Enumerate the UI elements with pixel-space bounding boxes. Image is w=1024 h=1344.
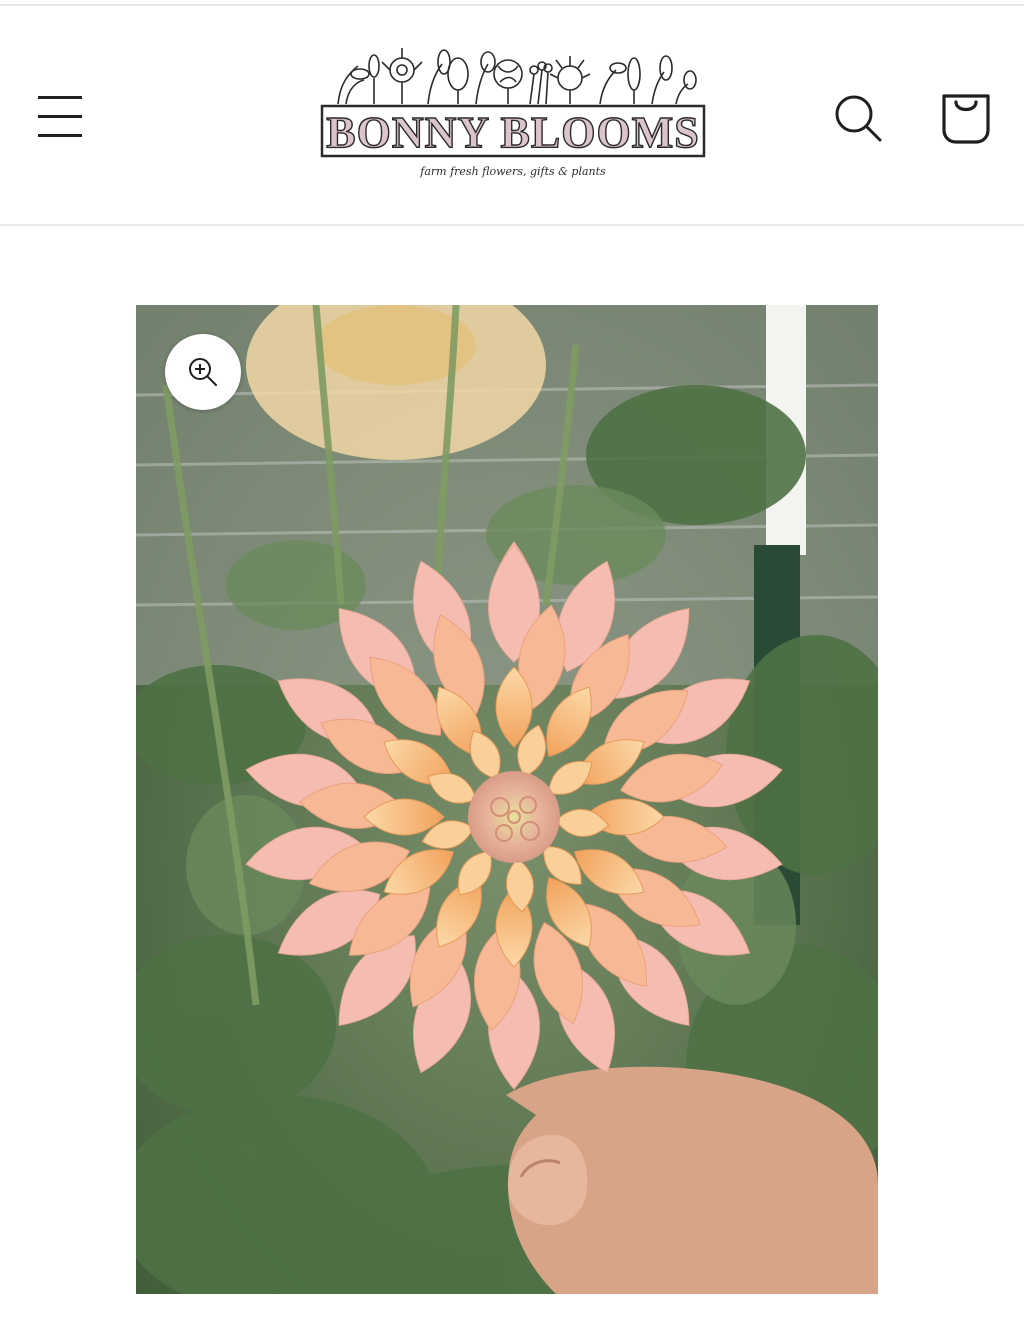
header-divider	[0, 224, 1024, 226]
product-image[interactable]	[136, 305, 878, 1294]
site-header: BONNY BLOOMS farm fresh flowers, gifts &…	[0, 6, 1024, 225]
hamburger-menu-icon	[38, 96, 82, 137]
logo-tagline: farm fresh flowers, gifts & plants	[419, 165, 606, 178]
cart-button[interactable]	[934, 84, 998, 148]
dahlia-photo	[136, 305, 878, 1294]
store-logo[interactable]: BONNY BLOOMS farm fresh flowers, gifts &…	[318, 44, 708, 180]
search-icon	[835, 95, 882, 142]
logo-title: BONNY BLOOMS	[326, 108, 699, 157]
cart-bag-icon	[942, 94, 990, 144]
zoom-in-icon	[189, 358, 217, 386]
zoom-button[interactable]	[165, 334, 241, 410]
menu-button[interactable]	[30, 88, 90, 144]
search-button[interactable]	[828, 88, 888, 148]
